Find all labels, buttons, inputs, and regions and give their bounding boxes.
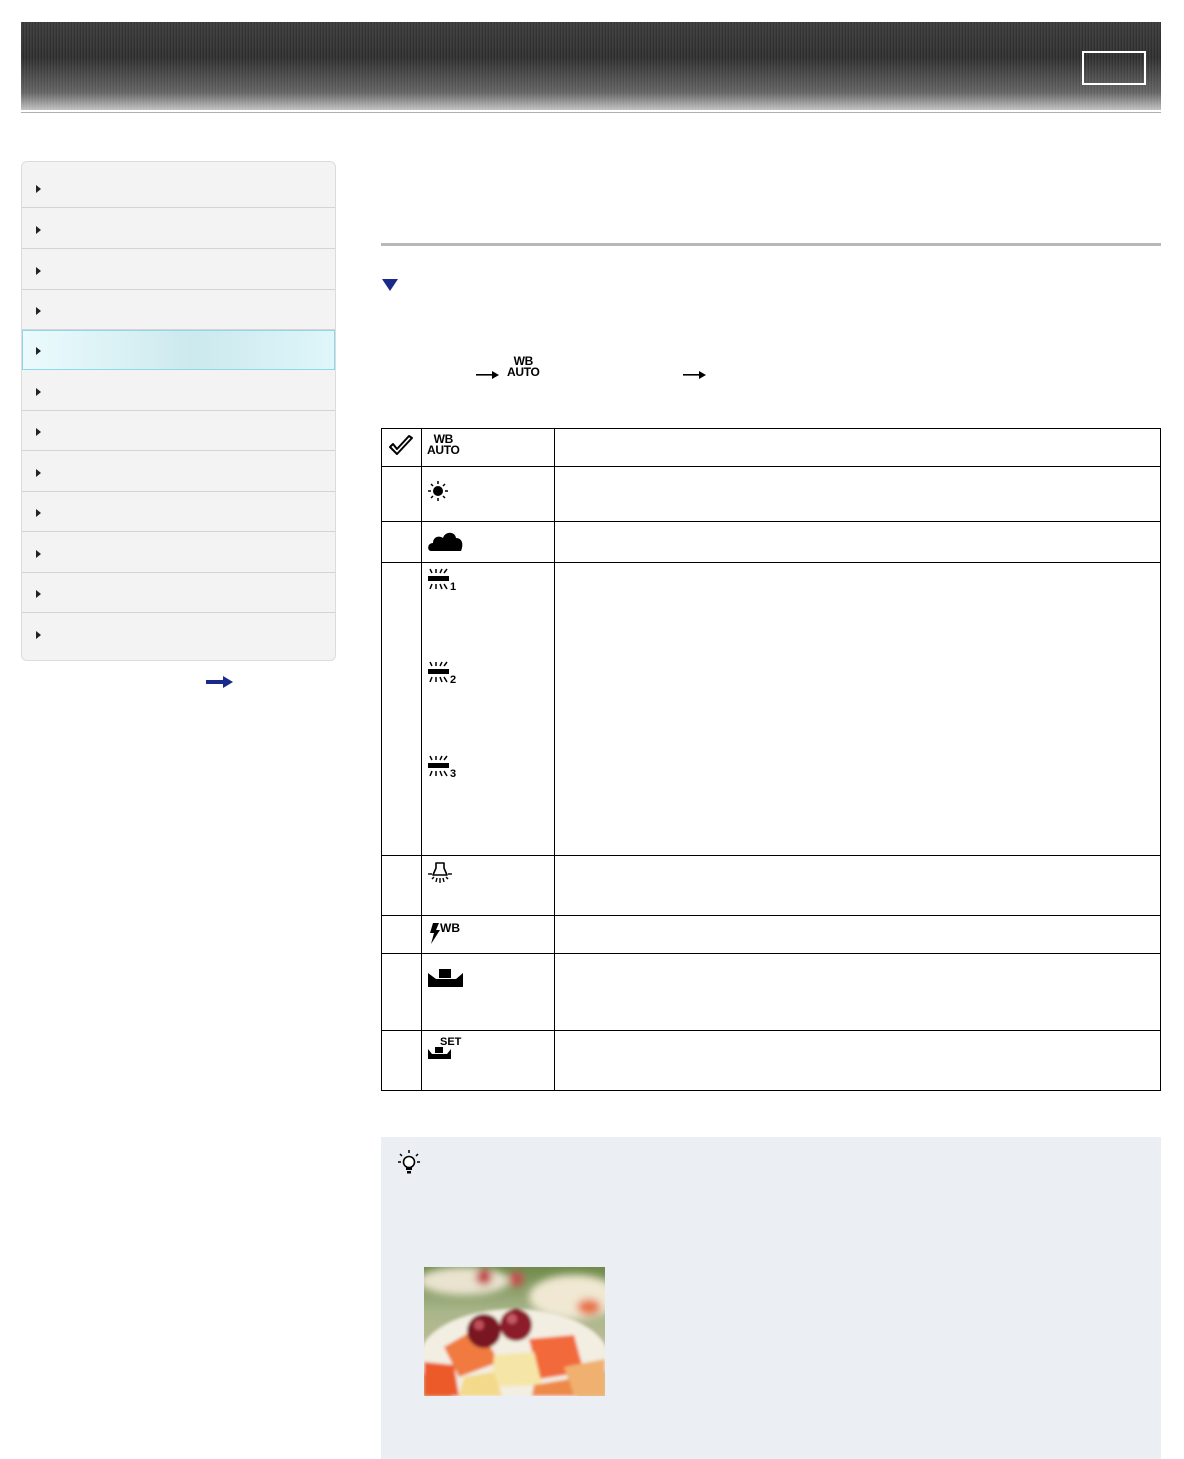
chevron-right-icon xyxy=(36,307,41,315)
chevron-right-icon xyxy=(36,631,41,639)
table-row: 1 2 3 xyxy=(381,562,1161,856)
down-triangle-icon[interactable] xyxy=(381,278,399,292)
fluorescent-2-icon: 2 xyxy=(428,661,456,685)
fluorescent-number: 3 xyxy=(450,768,456,779)
description-cell xyxy=(554,562,1161,856)
description-cell xyxy=(554,521,1161,563)
auto-label: AUTO xyxy=(427,443,460,457)
chevron-right-icon xyxy=(36,509,41,517)
chevron-right-icon xyxy=(36,226,41,234)
sidebar-item-3[interactable] xyxy=(22,250,335,290)
cloudy-icon xyxy=(428,532,463,551)
selected-cell xyxy=(381,855,422,916)
selected-cell xyxy=(381,521,422,563)
icon-cell xyxy=(421,953,555,1031)
fluorescent-number: 1 xyxy=(450,581,456,592)
fluorescent-3-icon: 3 xyxy=(428,755,456,779)
sidebar-item-8[interactable] xyxy=(22,452,335,492)
table-row xyxy=(381,855,1161,916)
table-row: SET xyxy=(381,1030,1161,1091)
header-divider xyxy=(21,112,1161,113)
wb-auto-icon: WB AUTO xyxy=(507,355,540,379)
one-push-set-icon: SET xyxy=(428,1036,462,1059)
fluorescent-1-icon: 1 xyxy=(428,568,456,592)
wb-auto-icon: WB AUTO xyxy=(427,433,460,457)
chevron-right-icon xyxy=(36,267,41,275)
checkmark-icon xyxy=(389,435,413,455)
right-arrow-icon[interactable] xyxy=(206,676,234,688)
set-label: SET xyxy=(440,1036,462,1048)
description-cell xyxy=(554,953,1161,1031)
sidebar-item-9[interactable] xyxy=(22,492,335,532)
sidebar-item-4[interactable] xyxy=(22,290,335,330)
description-cell xyxy=(554,855,1161,916)
description-cell xyxy=(554,428,1161,467)
sidebar-nav xyxy=(21,161,336,661)
chevron-right-icon xyxy=(36,590,41,598)
icon-cell: WB xyxy=(421,915,555,954)
icon-cell xyxy=(421,521,555,563)
selected-cell xyxy=(381,428,422,467)
icon-cell xyxy=(421,855,555,916)
selected-cell xyxy=(381,466,422,522)
lightbulb-hint-icon xyxy=(398,1150,420,1174)
icon-cell: 1 2 3 xyxy=(421,562,555,856)
selected-cell xyxy=(381,915,422,954)
hint-box xyxy=(381,1137,1161,1459)
description-cell xyxy=(554,466,1161,522)
table-row xyxy=(381,466,1161,522)
icon-cell xyxy=(421,466,555,522)
icon-cell: WB AUTO xyxy=(421,428,555,467)
chevron-right-icon xyxy=(36,347,41,355)
sidebar-item-2[interactable] xyxy=(22,209,335,249)
table-row: WB xyxy=(381,915,1161,954)
chevron-right-icon xyxy=(36,388,41,396)
chevron-right-icon xyxy=(36,469,41,477)
flash-wb-icon: WB xyxy=(430,921,460,944)
arrow-icon xyxy=(683,371,706,379)
sidebar-item-12[interactable] xyxy=(22,614,335,654)
sidebar-item-6[interactable] xyxy=(22,371,335,411)
selected-cell xyxy=(381,1030,422,1091)
selected-cell xyxy=(381,953,422,1031)
incandescent-bulb-icon xyxy=(428,862,452,883)
daylight-sun-icon xyxy=(428,481,448,501)
chevron-right-icon xyxy=(36,185,41,193)
one-push-icon xyxy=(428,969,463,987)
wb-label: WB xyxy=(440,921,460,935)
description-cell xyxy=(554,1030,1161,1091)
selected-cell xyxy=(381,562,422,856)
description-cell xyxy=(554,915,1161,954)
arrow-icon xyxy=(476,371,499,379)
chevron-right-icon xyxy=(36,428,41,436)
fluorescent-number: 2 xyxy=(450,674,456,685)
table-row xyxy=(381,521,1161,563)
title-divider xyxy=(381,243,1161,246)
sidebar-item-7[interactable] xyxy=(22,411,335,451)
auto-label: AUTO xyxy=(507,365,540,379)
header-button[interactable] xyxy=(1082,51,1146,85)
sidebar-item-5-active[interactable] xyxy=(22,330,335,370)
white-balance-table: WB AUTO 1 2 3 WB SET xyxy=(381,428,1161,1091)
sidebar-item-11[interactable] xyxy=(22,573,335,613)
sidebar-item-10[interactable] xyxy=(22,533,335,573)
table-row xyxy=(381,953,1161,1031)
fruit-photo xyxy=(424,1267,605,1396)
icon-cell: SET xyxy=(421,1030,555,1091)
page-header xyxy=(21,22,1161,110)
chevron-right-icon xyxy=(36,550,41,558)
sidebar-item-1[interactable] xyxy=(22,168,335,208)
table-row: WB AUTO xyxy=(381,428,1161,467)
